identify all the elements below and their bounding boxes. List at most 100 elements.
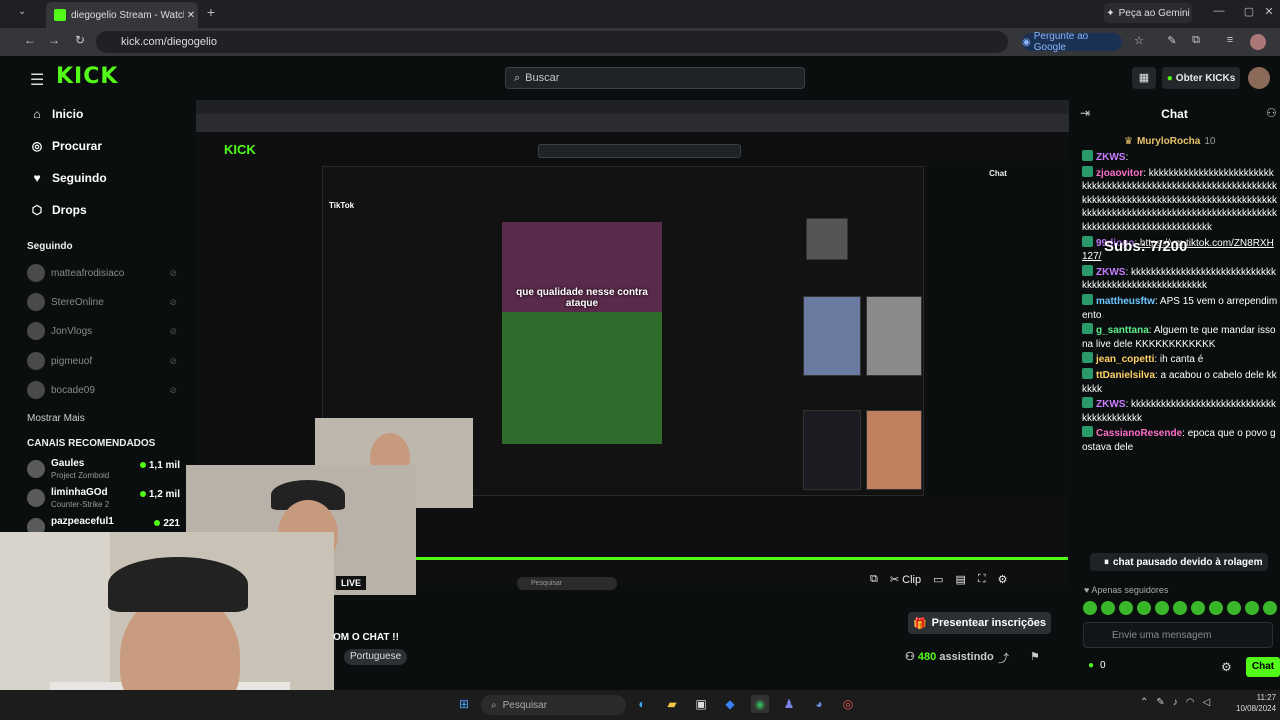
file-explorer-icon[interactable]: ▰ xyxy=(663,695,681,713)
emote[interactable] xyxy=(1263,601,1277,615)
close-window-icon[interactable]: ✕ xyxy=(1262,5,1276,18)
chat-text: ih canta é xyxy=(1159,354,1204,366)
browser-tab[interactable]: diegogelio Stream - Watch Live ✕ xyxy=(46,2,198,28)
chat-username[interactable]: ZKWS xyxy=(1096,399,1125,410)
settings-icon[interactable]: ⚙ xyxy=(998,573,1008,586)
following-item[interactable]: pigmeuof ⊘ xyxy=(27,352,177,370)
user-avatar[interactable] xyxy=(1248,67,1270,89)
offline-icon: ⊘ xyxy=(169,384,177,395)
sidebar-icon[interactable]: ≡ xyxy=(1222,34,1238,50)
menu-icon[interactable]: ☰ xyxy=(30,70,44,90)
obs-icon[interactable]: ◎ xyxy=(839,695,857,713)
edge-icon[interactable]: ◐ xyxy=(633,695,651,713)
chat-username[interactable]: CassianoResende xyxy=(1096,428,1182,439)
inner-search: Pesquisar xyxy=(517,577,617,590)
teams-icon[interactable]: ♟ xyxy=(780,695,798,713)
chat-input[interactable]: Envie uma mensagem xyxy=(1083,622,1273,648)
following-item[interactable]: matteafrodisiaco ⊘ xyxy=(27,264,177,282)
browse-grid-icon[interactable]: ▦ xyxy=(1132,67,1156,89)
search-icon: ⌕ xyxy=(514,71,521,84)
emote[interactable] xyxy=(1245,601,1259,615)
forward-icon[interactable]: → xyxy=(46,33,62,47)
chrome-icon[interactable]: ◉ xyxy=(751,695,769,713)
following-item[interactable]: StereOnline ⊘ xyxy=(27,293,177,311)
pinned-user: MuryloRocha xyxy=(1136,136,1201,147)
search-input[interactable]: ⌕ Buscar xyxy=(505,67,805,89)
following-item[interactable]: JonVlogs ⊘ xyxy=(27,322,177,340)
gemini-icon: ✦ xyxy=(1106,7,1115,19)
chat-username[interactable]: mattheusftw xyxy=(1096,296,1155,307)
avatar xyxy=(27,352,45,370)
tab-list-chevron-icon[interactable]: ⌄ xyxy=(18,6,26,17)
app-icon[interactable]: ◆ xyxy=(721,695,739,713)
taskbar-search[interactable]: ⌕ Pesquisar xyxy=(481,695,626,715)
nav-seguindo[interactable]: ♥ Seguindo xyxy=(30,171,106,185)
ask-google-button[interactable]: ◉ Pergunte ao Google xyxy=(1022,31,1122,53)
fullscreen-icon[interactable]: ⛶ xyxy=(978,573,986,586)
chevron-up-icon[interactable]: ⌃ xyxy=(1140,697,1148,708)
emote[interactable] xyxy=(1191,601,1205,615)
emote[interactable] xyxy=(1155,601,1169,615)
chat-username[interactable]: ZKWS xyxy=(1096,267,1125,278)
tab-close-icon[interactable]: ✕ xyxy=(184,10,198,21)
maximize-icon[interactable]: ▢ xyxy=(1242,5,1256,18)
minimize-icon[interactable]: — xyxy=(1212,5,1226,17)
share-icon[interactable]: ⤴ xyxy=(998,650,1009,666)
nav-procurar[interactable]: ◎ Procurar xyxy=(30,139,102,153)
emote[interactable] xyxy=(1137,601,1151,615)
chat-settings-icon[interactable]: ⚙ xyxy=(1221,660,1232,674)
obter-kicks-button[interactable]: ● Obter KICKs xyxy=(1162,67,1240,89)
pen-icon[interactable]: ✎ xyxy=(1156,697,1164,708)
chat-username[interactable]: zjoaovitor xyxy=(1096,168,1143,179)
theater-icon[interactable]: ▭ xyxy=(933,573,943,586)
recommended-item[interactable]: Gaules Project Zomboid 1,1 mil xyxy=(27,458,180,484)
gift-subs-button[interactable]: 🎁 Presentear inscrições xyxy=(908,612,1051,634)
chat-users-icon[interactable]: ⚇ xyxy=(1266,106,1277,120)
followers-only-notice: ♥ Apenas seguidores xyxy=(1084,585,1168,595)
chat-paused-banner[interactable]: ⏸ chat pausado devido à rolagem xyxy=(1090,553,1268,571)
following-item[interactable]: bocade09 ⊘ xyxy=(27,381,177,399)
emote[interactable] xyxy=(1173,601,1187,615)
chat-username[interactable]: g_santtana xyxy=(1096,325,1149,336)
reload-icon[interactable]: ↻ xyxy=(72,33,88,47)
url-field[interactable]: kick.com/diegogelio xyxy=(96,31,1008,53)
chat-message: g_santtana: Alguem te que mandar isso na… xyxy=(1082,323,1278,351)
nav-inicio[interactable]: ⌂ Inicio xyxy=(30,107,83,121)
emote[interactable] xyxy=(1119,601,1133,615)
extension-pen-icon[interactable]: ✎ xyxy=(1164,34,1180,50)
emote[interactable] xyxy=(1209,601,1223,615)
emote[interactable] xyxy=(1083,601,1097,615)
chat-send-button[interactable]: Chat xyxy=(1246,657,1280,677)
gemini-button[interactable]: ✦ Peça ao Gemini xyxy=(1104,3,1192,23)
back-icon[interactable]: ← xyxy=(22,33,38,47)
kick-logo[interactable]: KICK xyxy=(56,64,118,89)
offline-icon: ⊘ xyxy=(169,325,177,336)
emote[interactable] xyxy=(1101,601,1115,615)
profile-avatar[interactable] xyxy=(1250,34,1266,50)
chat-username[interactable]: jean_copetti xyxy=(1096,354,1154,365)
chat-message: ZKWS: kkkkkkkkkkkkkkkkkkkkkkkkkkkkkkkkkk… xyxy=(1082,397,1278,425)
extensions-puzzle-icon[interactable]: ⧉ xyxy=(1188,34,1204,50)
sub-badge-icon xyxy=(1082,352,1093,364)
wifi-icon[interactable]: ◠ xyxy=(1186,697,1195,708)
mic-icon[interactable]: ♪ xyxy=(1173,697,1178,708)
clock[interactable]: 11:27 10/08/2024 xyxy=(1236,692,1276,714)
show-more-link[interactable]: Mostrar Mais xyxy=(27,413,85,424)
store-icon[interactable]: ▣ xyxy=(692,695,710,713)
chat-username[interactable]: ZKWS xyxy=(1096,152,1125,163)
pip-icon[interactable]: ⧉ xyxy=(870,573,878,586)
recommended-item[interactable]: liminhaGOd Counter-Strike 2 1,2 mil xyxy=(27,487,180,513)
language-tag[interactable]: Portuguese xyxy=(344,649,408,665)
clip-button[interactable]: ✂ Clip xyxy=(890,573,921,586)
report-flag-icon[interactable]: ⚑ xyxy=(1030,650,1040,663)
bookmark-star-icon[interactable]: ☆ xyxy=(1131,34,1147,50)
windows-start-icon[interactable]: ⊞ xyxy=(455,695,473,713)
nav-drops[interactable]: ⬡ Drops xyxy=(30,203,87,217)
volume-icon[interactable]: ◁ xyxy=(1203,697,1211,708)
discord-icon[interactable]: ◕ xyxy=(810,695,828,713)
sub-badge-icon xyxy=(1082,367,1093,379)
chat-username[interactable]: ttDanielsilva xyxy=(1096,370,1155,381)
emote[interactable] xyxy=(1227,601,1241,615)
new-tab-button[interactable]: + xyxy=(202,4,220,22)
captions-icon[interactable]: ▤ xyxy=(956,573,966,586)
